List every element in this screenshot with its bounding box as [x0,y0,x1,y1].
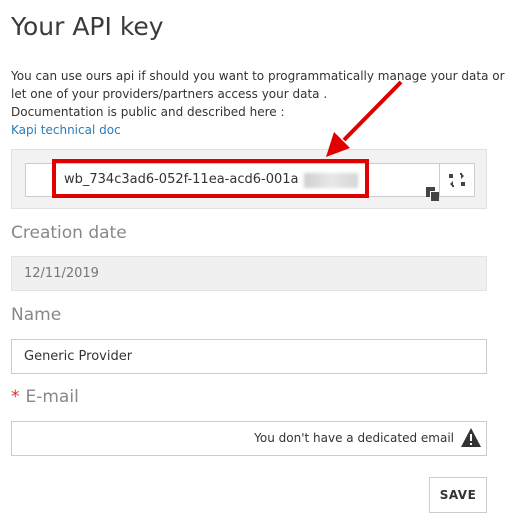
required-marker: * [11,387,20,407]
creation-date-label: Creation date [11,223,127,243]
email-label: * E-mail [11,387,79,407]
name-input[interactable]: Generic Provider [11,339,487,374]
name-value: Generic Provider [24,349,133,364]
creation-date-field: 12/11/2019 [11,256,487,291]
name-label: Name [11,305,62,325]
email-input[interactable]: You don't have a dedicated email [11,421,487,456]
warning-icon [461,428,481,447]
email-message: You don't have a dedicated email [254,431,454,445]
creation-date-value: 12/11/2019 [24,266,99,281]
email-label-text: E-mail [25,387,79,407]
save-button[interactable]: SAVE [429,477,487,513]
